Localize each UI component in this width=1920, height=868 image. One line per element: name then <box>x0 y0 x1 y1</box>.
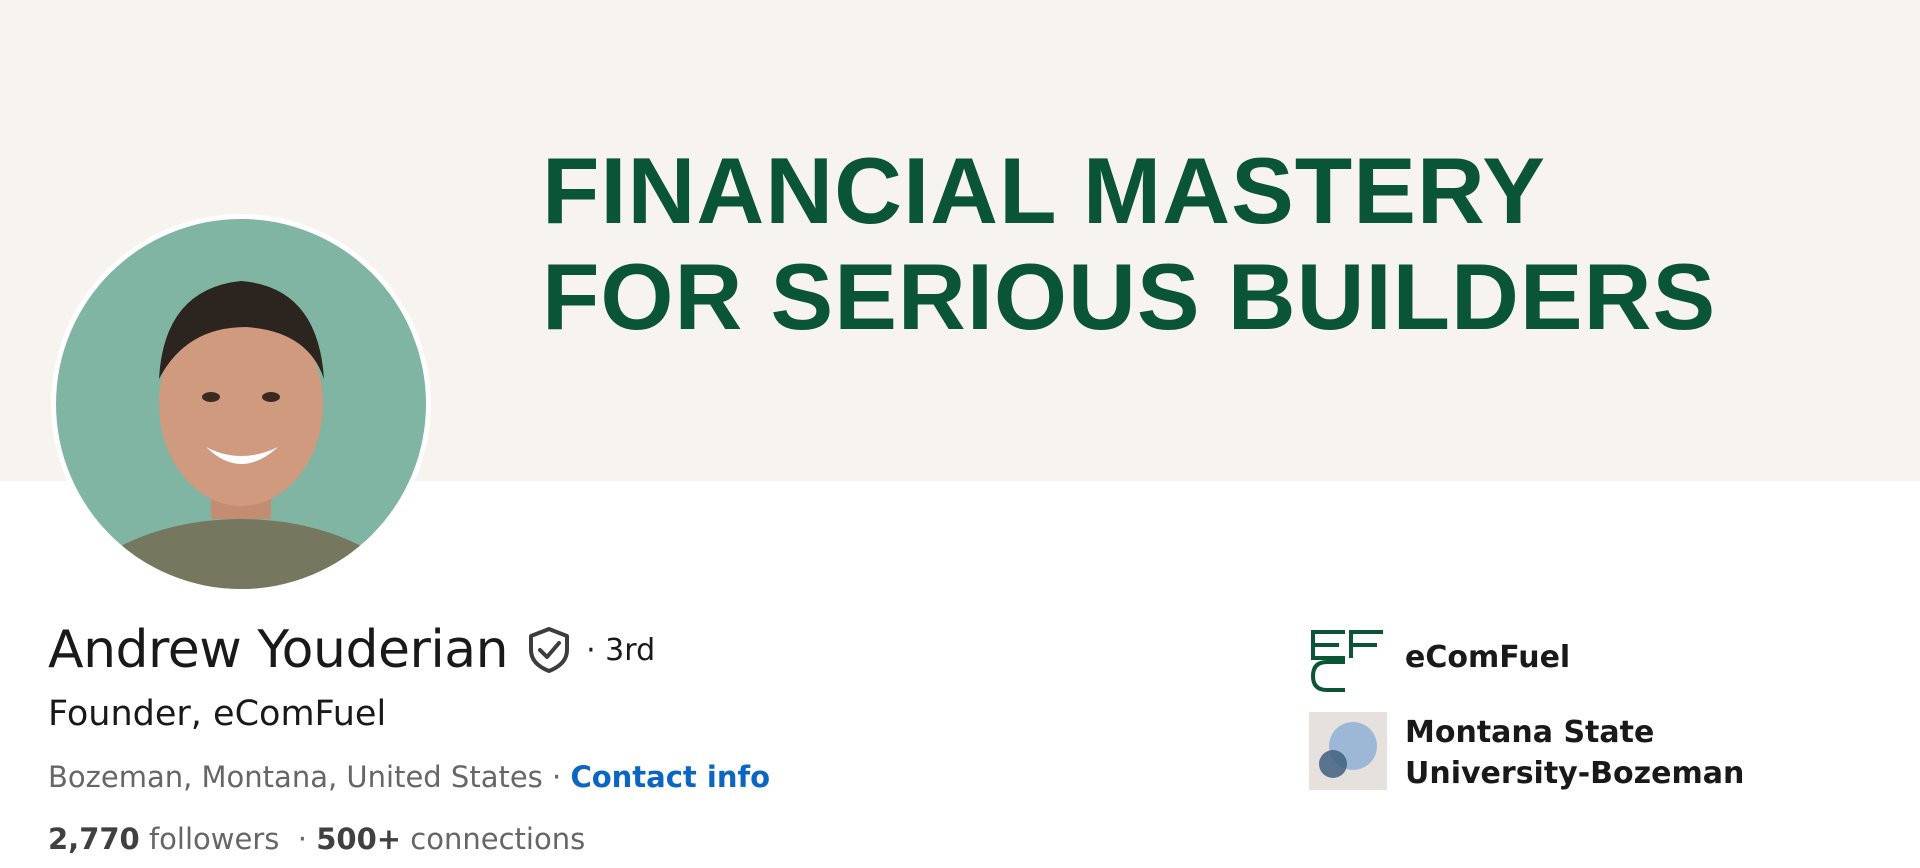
location-separator: · <box>542 760 571 794</box>
verified-shield-icon[interactable] <box>526 626 572 674</box>
current-company-ecomfuel[interactable]: eComFuel <box>1309 618 1570 696</box>
profile-photo[interactable] <box>51 214 431 594</box>
school-name-msu: Montana State University-Bozeman <box>1405 715 1745 791</box>
followers-count: 2,770 <box>48 822 140 856</box>
network-stats: 2,770 followers · 500+ connections <box>48 822 585 856</box>
location-row: Bozeman, Montana, United States · Contac… <box>48 760 770 794</box>
stats-separator: · <box>279 822 317 856</box>
profile-name-row: Andrew Youderian · 3rd <box>48 620 655 680</box>
connections-label[interactable]: connections <box>401 822 585 856</box>
banner-headline: FINANCIAL MASTERY FOR SERIOUS BUILDERS <box>542 138 1716 350</box>
msu-logo <box>1309 712 1387 790</box>
ecomfuel-logo <box>1309 618 1387 696</box>
contact-info-link[interactable]: Contact info <box>570 760 770 794</box>
connections-count[interactable]: 500+ <box>316 822 401 856</box>
avatar-image <box>56 219 426 589</box>
banner-headline-line-2: FOR SERIOUS BUILDERS <box>542 244 1717 349</box>
education-msu[interactable]: Montana State University-Bozeman <box>1309 712 1825 794</box>
connection-degree: · 3rd <box>586 632 656 668</box>
profile-location: Bozeman, Montana, United States <box>48 760 543 794</box>
profile-headline: Founder, eComFuel <box>48 694 387 734</box>
profile-name: Andrew Youderian <box>48 620 509 680</box>
banner-headline-line-1: FINANCIAL MASTERY <box>542 138 1546 243</box>
followers-label: followers <box>139 822 280 856</box>
company-name-ecomfuel: eComFuel <box>1405 639 1571 675</box>
